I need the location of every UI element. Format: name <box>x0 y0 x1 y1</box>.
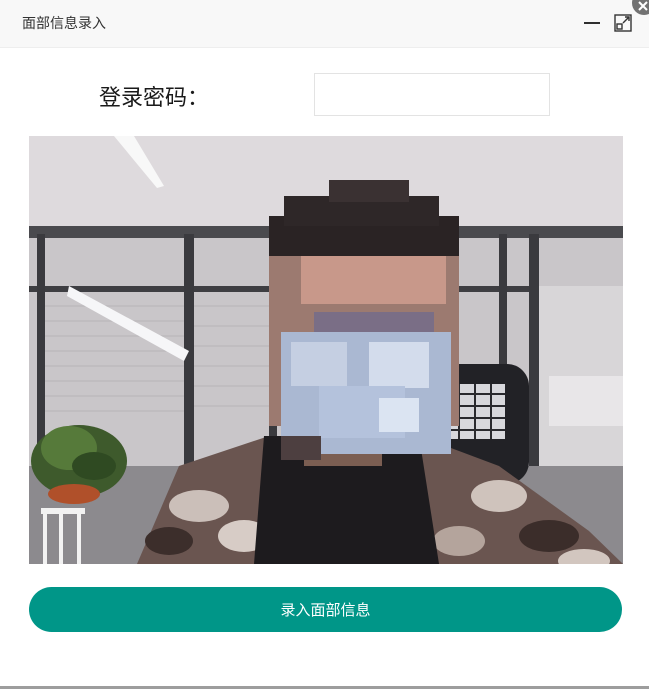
enroll-face-button[interactable]: 录入面部信息 <box>29 587 622 632</box>
face-enroll-dialog: 面部信息录入 登录密码： 录入面部信息 <box>0 0 649 689</box>
minimize-icon <box>584 22 600 24</box>
close-button[interactable] <box>632 0 649 15</box>
maximize-icon <box>614 14 632 32</box>
password-label: 登录密码： <box>99 86 210 111</box>
password-input[interactable] <box>314 73 550 116</box>
dialog-titlebar: 面部信息录入 <box>0 0 649 48</box>
close-icon <box>638 1 648 11</box>
camera-preview <box>29 136 623 564</box>
maximize-button[interactable] <box>614 14 632 32</box>
minimize-button[interactable] <box>583 13 601 33</box>
dialog-title: 面部信息录入 <box>22 16 106 32</box>
webcam-frame <box>29 136 623 564</box>
